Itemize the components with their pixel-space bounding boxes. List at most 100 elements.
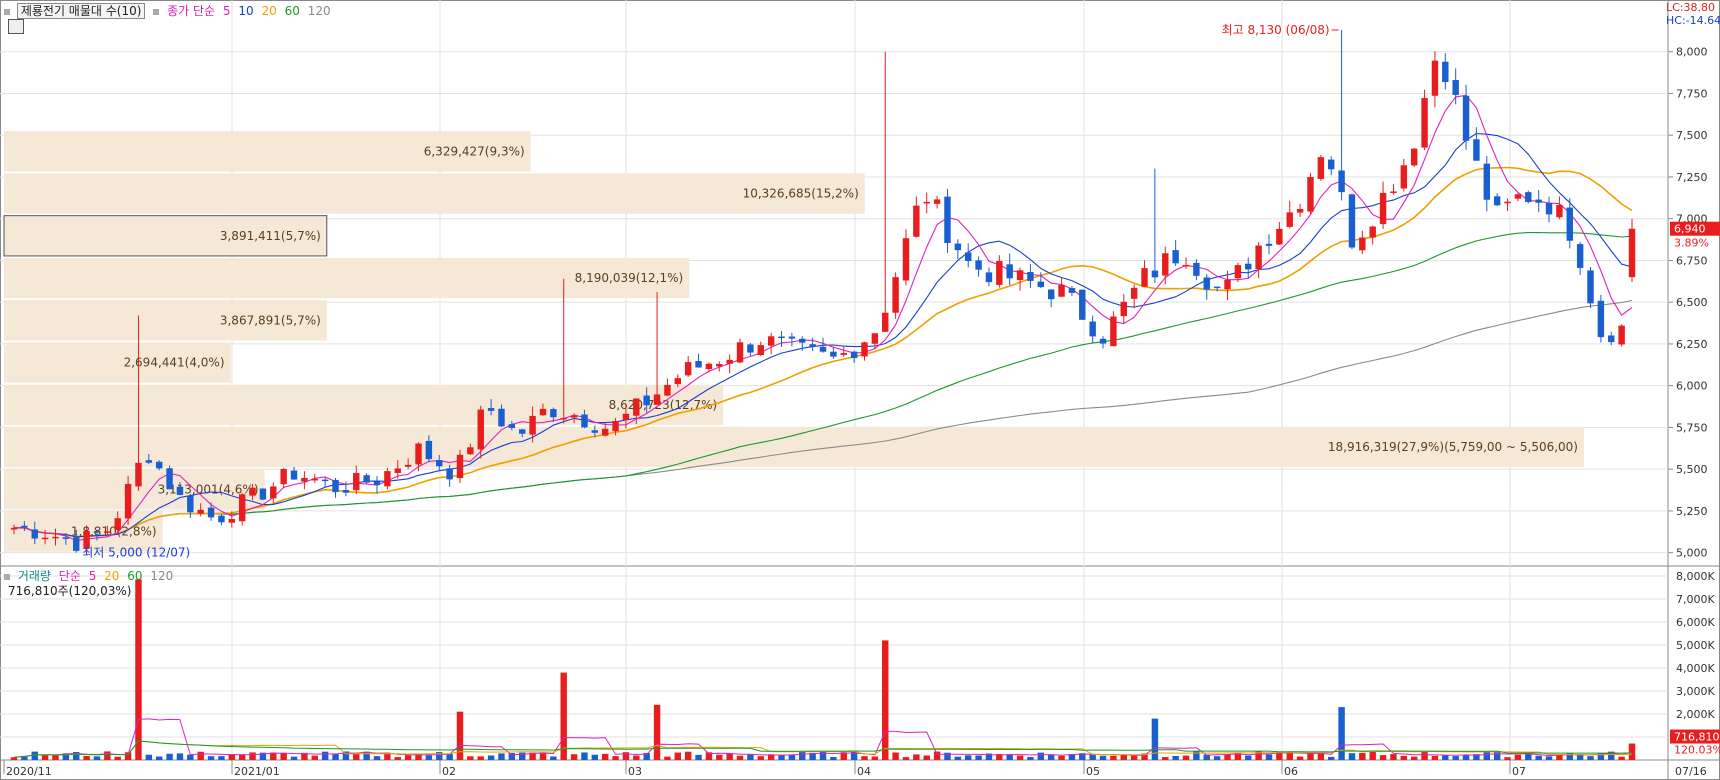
- candle-body: [1265, 243, 1273, 246]
- volume-bar: [1130, 755, 1138, 760]
- y-tick-label: 5,250: [1676, 505, 1708, 518]
- candle-body: [726, 359, 733, 364]
- volume-bar: [145, 754, 153, 760]
- candle-body: [964, 252, 972, 262]
- candle-body: [1193, 262, 1200, 276]
- candle-body: [249, 487, 256, 496]
- volume-bar: [477, 756, 484, 760]
- volume-bar: [653, 704, 661, 760]
- volume-bar: [166, 753, 173, 760]
- volume-bar: [218, 756, 225, 760]
- volume-bar: [176, 753, 184, 760]
- volume-bar: [238, 754, 246, 760]
- candle-body: [1379, 192, 1387, 225]
- candle-body: [467, 447, 474, 455]
- candle-body: [1099, 338, 1107, 344]
- candle-body: [819, 346, 827, 352]
- volume-profile-label: 18,916,319(27,9%)(5,759,00 ~ 5,506,00): [1328, 440, 1578, 454]
- volume-bar: [425, 755, 433, 760]
- candle-body: [684, 362, 692, 376]
- candle-body: [975, 260, 982, 270]
- volume-bar: [1359, 752, 1366, 760]
- candle-body: [944, 196, 951, 243]
- y-tick-label: 6,500: [1676, 296, 1708, 309]
- volume-bar: [83, 755, 90, 760]
- candle-body: [570, 415, 578, 418]
- volume-bar: [1525, 754, 1532, 760]
- volume-bar: [1099, 755, 1107, 760]
- candle-body: [1079, 289, 1086, 320]
- volume-bar: [31, 751, 38, 760]
- candle-body: [1442, 61, 1449, 82]
- candle-body: [1504, 201, 1511, 204]
- volume-bar: [10, 757, 18, 760]
- candle-body: [954, 243, 962, 251]
- calendar-icon[interactable]: [8, 19, 24, 34]
- candle-body: [1058, 284, 1065, 297]
- candle-body: [757, 345, 764, 355]
- stock-chart[interactable]: 2020/11 2021/01 02 03 04 05 06 07 07/16 5,000 5,25…: [0, 0, 1720, 780]
- candle-body: [290, 470, 298, 480]
- candle-body: [830, 351, 837, 357]
- candle-body: [477, 409, 484, 450]
- candle-body: [850, 351, 858, 359]
- volume-bar: [290, 756, 298, 760]
- volume-bar: [1328, 756, 1335, 760]
- candle-body: [1410, 148, 1418, 166]
- volume-bar: [249, 752, 256, 760]
- volume-bar: [197, 751, 204, 760]
- ma20-legend: 20: [261, 4, 277, 18]
- current-volume-text: 716,810주(120,03%): [8, 584, 132, 598]
- volume-bar: [591, 754, 599, 760]
- volume-profile-label: 3,867,891(5,7%): [220, 313, 321, 327]
- volume-bar: [933, 751, 941, 760]
- y-tick-label: 7,500: [1676, 129, 1708, 142]
- candle-body: [425, 440, 433, 460]
- candle-body: [1234, 265, 1242, 279]
- candle-body: [788, 336, 796, 339]
- candle-body: [1369, 226, 1376, 238]
- legend-marker-icon: [153, 9, 160, 15]
- candle-body: [487, 408, 495, 411]
- candle-body: [1525, 192, 1532, 203]
- candle-body: [1006, 264, 1013, 279]
- candle-body: [384, 471, 391, 487]
- candle-body: [228, 519, 236, 523]
- candle-body: [1110, 316, 1117, 347]
- volume-bar: [456, 711, 464, 760]
- candle-body: [539, 408, 547, 416]
- y-tick-label: 8,000: [1676, 46, 1708, 59]
- vol-ma20-legend: 20: [104, 569, 120, 583]
- candle-body: [1141, 268, 1148, 287]
- candle-body: [1162, 253, 1169, 276]
- volume-bar: [207, 756, 215, 760]
- volume-bar: [581, 752, 588, 760]
- candle-body: [436, 460, 443, 467]
- candle-body: [62, 537, 70, 539]
- candle-body: [1452, 80, 1459, 95]
- candle-body: [902, 238, 910, 281]
- volume-bar: [871, 756, 879, 760]
- x-tick-label: 06: [1284, 765, 1298, 778]
- candle-body: [882, 312, 889, 332]
- volume-bar: [1587, 756, 1594, 760]
- volume-bar: [487, 755, 495, 760]
- candle-body: [778, 336, 785, 339]
- candle-body: [1089, 321, 1096, 337]
- volume-bar: [1162, 757, 1169, 760]
- candle-body: [1566, 207, 1573, 241]
- volume-tick-label: 8,000K: [1676, 570, 1715, 583]
- x-tick-label: 2021/01: [234, 765, 280, 778]
- volume-bar: [93, 756, 101, 760]
- y-tick-label: 6,750: [1676, 254, 1708, 267]
- candle-body: [301, 477, 308, 482]
- volume-bar: [612, 756, 619, 760]
- volume-bar: [923, 755, 930, 760]
- volume-bar: [1338, 707, 1345, 760]
- candle-body: [1338, 170, 1345, 193]
- chart-title[interactable]: 제룡전기 매물대 수(10): [16, 3, 146, 19]
- candle-body: [1203, 277, 1210, 290]
- volume-profile-label: 10,326,685(15,2%): [743, 187, 859, 201]
- candle-body: [415, 443, 422, 465]
- candle-body: [591, 430, 599, 433]
